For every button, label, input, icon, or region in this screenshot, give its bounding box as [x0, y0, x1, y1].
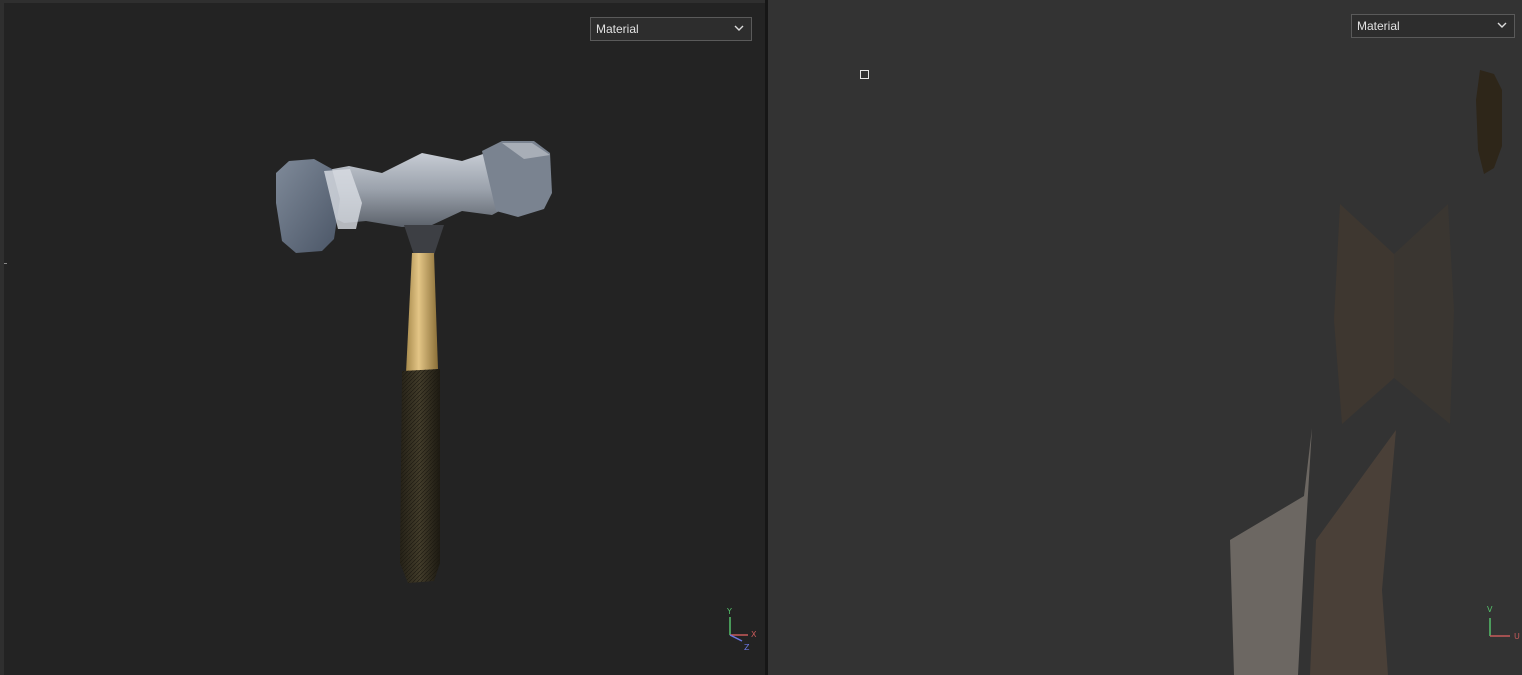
uv-island-left-wing — [1334, 204, 1394, 424]
hammer-grip-texture — [400, 369, 440, 583]
x-axis-label: X — [751, 630, 757, 639]
z-axis-label: Z — [744, 643, 750, 652]
uv-viewport[interactable]: Material V U — [768, 0, 1522, 675]
uv-island-right-wing — [1394, 204, 1454, 424]
shading-mode-dropdown[interactable]: Material — [590, 17, 752, 41]
chevron-down-icon — [1497, 22, 1507, 28]
u-axis-label: U — [1514, 632, 1520, 641]
z-axis-line — [729, 634, 743, 642]
3d-viewport[interactable]: Material Y X Z — [0, 0, 767, 675]
uv-island-bottom-right — [1310, 430, 1396, 675]
axis-gizmo-uv: V U — [1487, 605, 1520, 641]
hammer-handle-wood — [406, 253, 438, 373]
y-axis-label: Y — [726, 607, 732, 616]
uv-islands — [1230, 70, 1502, 675]
uv-island-bottom-left — [1230, 428, 1312, 675]
v-axis-label: V — [1487, 605, 1493, 614]
app-window: Material Y X Z Material V U — [0, 0, 1522, 675]
uv-shading-mode-dropdown[interactable]: Material — [1351, 14, 1515, 38]
hammer-neck — [404, 225, 444, 255]
hammer-model[interactable] — [4, 3, 767, 675]
axis-gizmo-3d: Y X Z — [726, 607, 757, 652]
square-marker-icon[interactable] — [860, 70, 869, 79]
uv-shading-mode-value: Material — [1357, 19, 1400, 33]
shading-mode-value: Material — [596, 22, 639, 36]
chevron-down-icon — [734, 25, 744, 31]
uv-island-top — [1476, 70, 1502, 174]
